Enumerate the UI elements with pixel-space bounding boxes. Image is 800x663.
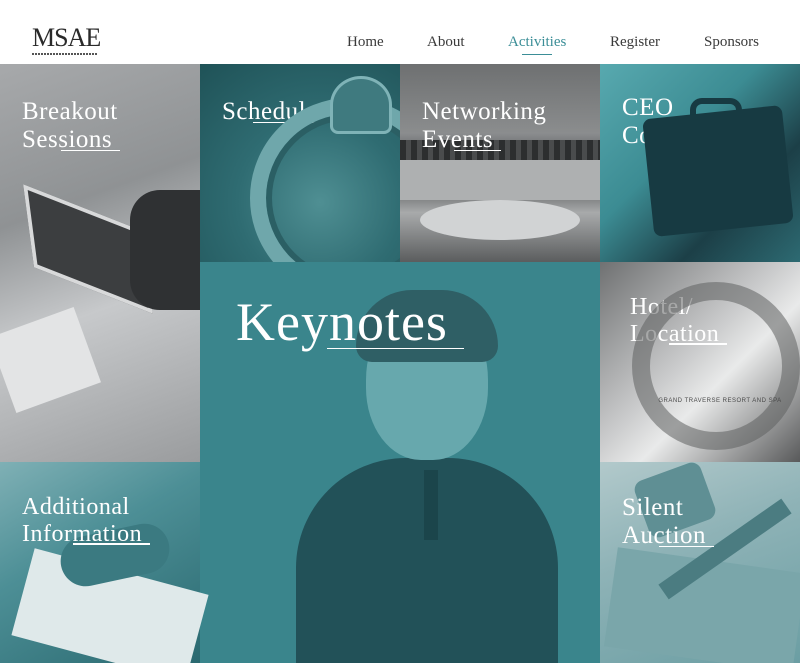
shirt-placket-image: [424, 470, 438, 540]
briefcase-image: [642, 105, 794, 237]
lake-image: [400, 160, 600, 200]
tile-keynotes-line2: Keynotes: [236, 292, 464, 352]
tile-breakout-line2: Sessions: [22, 126, 121, 154]
tile-silent-line1: Silent: [622, 494, 684, 521]
tile-silent-line2: Auction: [622, 522, 715, 550]
resort-sign-text: GRAND TRAVERSE RESORT AND SPA: [658, 398, 782, 404]
top-bar: MSAE Home About Activities Register Spon…: [0, 0, 800, 64]
arm-image: [130, 190, 200, 310]
resort-logo-image: [632, 282, 800, 450]
tile-additional-line2: Information: [22, 521, 151, 548]
tile-keynotes-title: Keynotes: [236, 292, 464, 352]
tile-breakout-line1: Breakout: [22, 98, 118, 125]
nav-activities[interactable]: Activities: [508, 34, 566, 55]
tile-breakout-title: Breakout Sessions: [22, 98, 121, 154]
golf-green-image: [420, 200, 580, 240]
nav-sponsors[interactable]: Sponsors: [704, 34, 759, 51]
clock-bell-image: [330, 76, 392, 134]
tile-networking-line2: Events: [422, 126, 502, 154]
nav-register[interactable]: Register: [610, 34, 660, 51]
main-nav: Home About Activities Register Sponsors: [0, 34, 800, 58]
tile-silent-title: Silent Auction: [622, 494, 715, 550]
tile-additional-line1: Additional: [22, 494, 130, 520]
tile-networking-line1: Networking: [422, 98, 547, 125]
nav-about[interactable]: About: [427, 34, 465, 51]
tile-networking-title: Networking Events: [422, 98, 546, 154]
tile-additional-title: Additional Information: [22, 494, 151, 548]
nav-home[interactable]: Home: [347, 34, 384, 51]
